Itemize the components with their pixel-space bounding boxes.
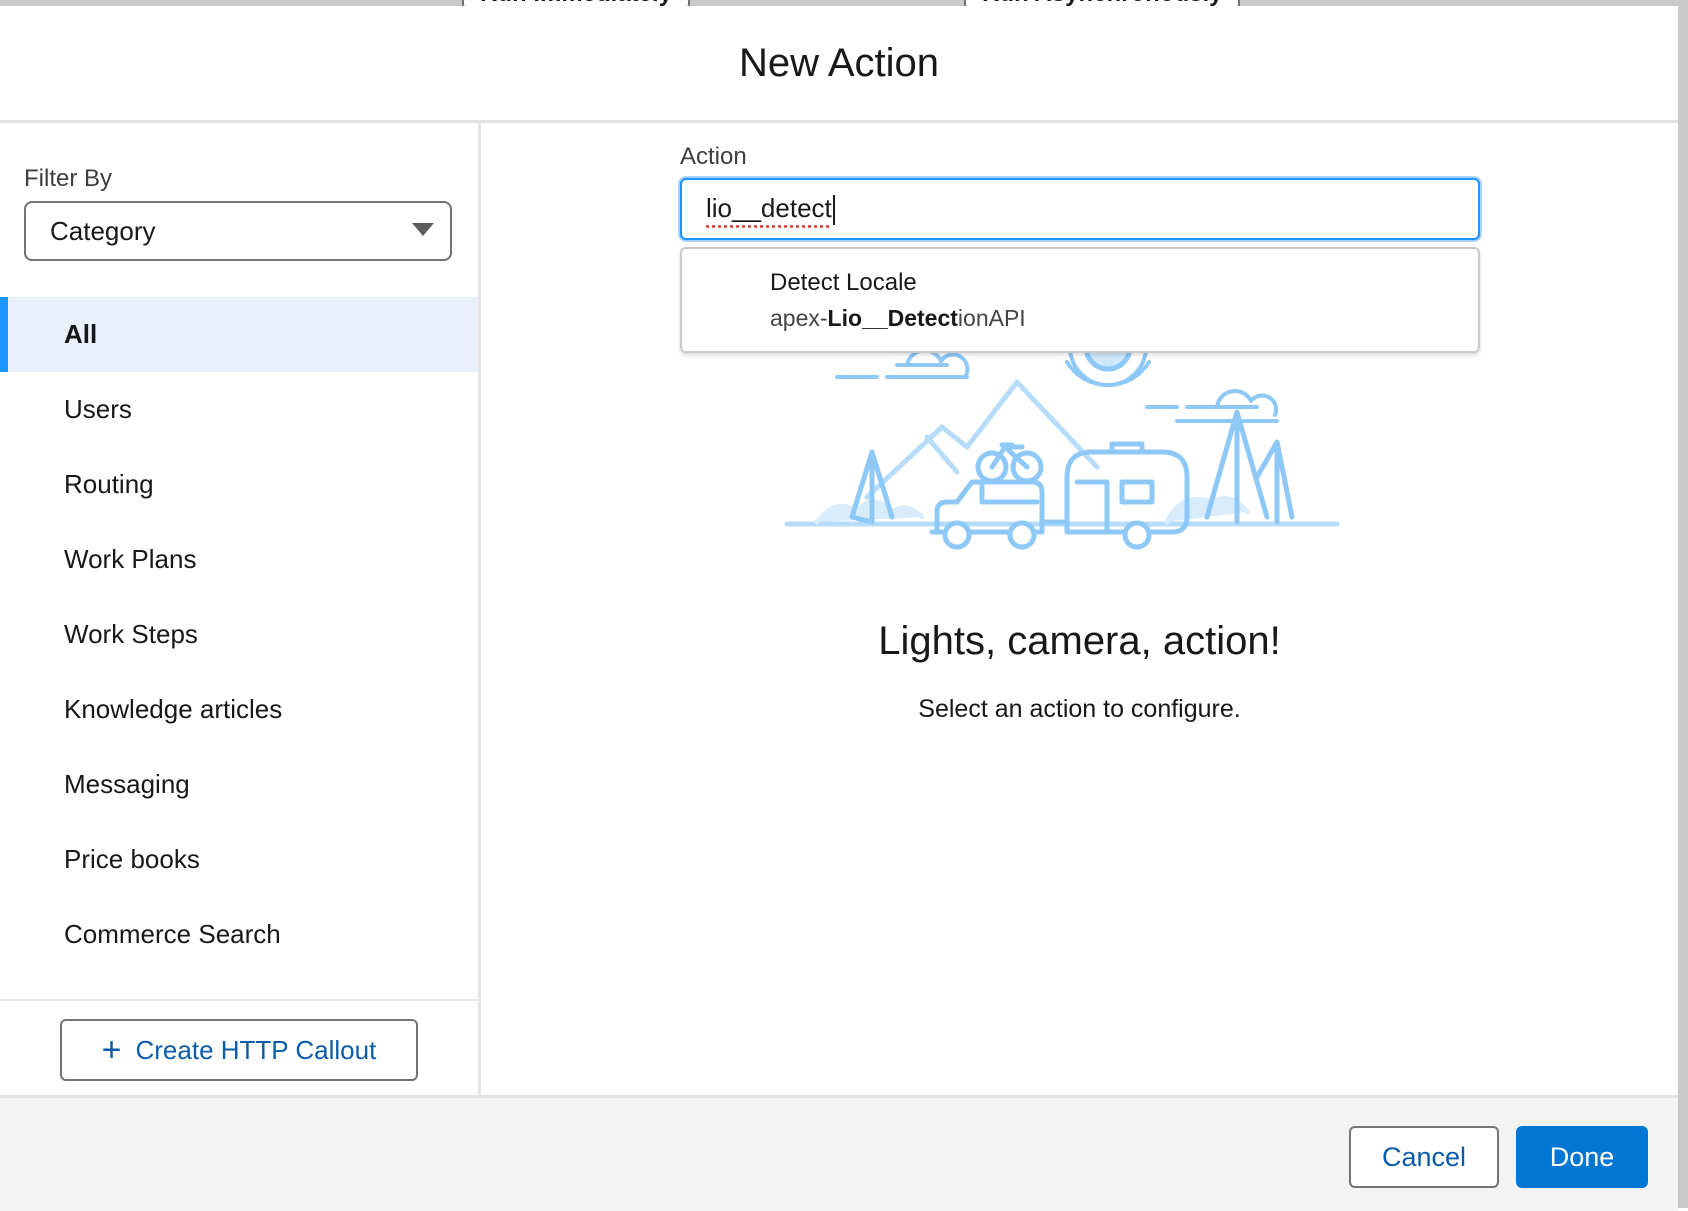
create-http-callout-label: Create HTTP Callout	[135, 1034, 377, 1065]
category-item-users[interactable]: Users	[0, 372, 478, 447]
modal-title: New Action	[738, 40, 940, 85]
category-item-price-books[interactable]: Price books	[0, 822, 478, 897]
result-subtitle-match: Lio__Detect	[827, 305, 958, 331]
create-http-callout-button[interactable]: + Create HTTP Callout	[60, 1019, 418, 1081]
modal-header: New Action	[0, 6, 1678, 123]
category-item-routing[interactable]: Routing	[0, 447, 478, 522]
filter-by-label: Filter By	[24, 165, 113, 192]
category-item-knowledge-articles[interactable]: Knowledge articles	[0, 672, 478, 747]
result-item-detect-locale[interactable]: Detect Locale apex-Lio__DetectionAPI	[770, 269, 1026, 332]
category-sidebar: Filter By Category All Users Routing Wor…	[0, 123, 481, 1095]
chevron-down-icon	[412, 223, 434, 236]
category-item-work-plans[interactable]: Work Plans	[0, 522, 478, 597]
category-label: Work Plans	[64, 544, 197, 574]
category-label: Price books	[64, 844, 200, 874]
action-search-input[interactable]	[680, 178, 1480, 240]
category-item-commerce-search[interactable]: Commerce Search	[0, 897, 478, 972]
result-subtitle-prefix: apex-	[770, 305, 828, 331]
filter-select-value: Category	[50, 215, 156, 246]
category-label: Users	[64, 394, 132, 424]
modal-footer: Cancel Done	[0, 1095, 1678, 1211]
category-list: All Users Routing Work Plans Work Steps …	[0, 297, 478, 972]
category-label: Knowledge articles	[64, 694, 283, 724]
result-subtitle-suffix: ionAPI	[957, 305, 1026, 331]
backdrop-right	[1678, 0, 1688, 1208]
result-title: Detect Locale	[770, 269, 917, 296]
action-field-label: Action	[680, 143, 747, 170]
category-label: All	[64, 319, 98, 349]
category-label: Work Steps	[64, 619, 198, 649]
new-action-modal: New Action Filter By Category All Users …	[0, 6, 1678, 1211]
action-results-dropdown: Detect Locale apex-Lio__DetectionAPI	[680, 247, 1480, 353]
category-item-all[interactable]: All	[0, 297, 478, 372]
category-label: Messaging	[64, 769, 190, 799]
category-item-messaging[interactable]: Messaging	[0, 747, 478, 822]
action-main-panel: Action lio__detect Detect Locale apex-Li…	[481, 123, 1678, 1095]
empty-state-title: Lights, camera, action!	[878, 619, 1281, 663]
category-item-work-steps[interactable]: Work Steps	[0, 597, 478, 672]
cancel-button[interactable]: Cancel	[1349, 1126, 1499, 1188]
sidebar-footer: + Create HTTP Callout	[0, 999, 478, 1097]
category-label: Commerce Search	[64, 919, 281, 949]
category-label: Routing	[64, 469, 154, 499]
done-button[interactable]: Done	[1516, 1126, 1648, 1188]
empty-state-subtitle: Select an action to configure.	[918, 695, 1241, 723]
plus-icon: +	[101, 1031, 122, 1069]
result-subtitle: apex-Lio__DetectionAPI	[770, 305, 1026, 332]
filter-by-select[interactable]: Category	[24, 201, 452, 261]
